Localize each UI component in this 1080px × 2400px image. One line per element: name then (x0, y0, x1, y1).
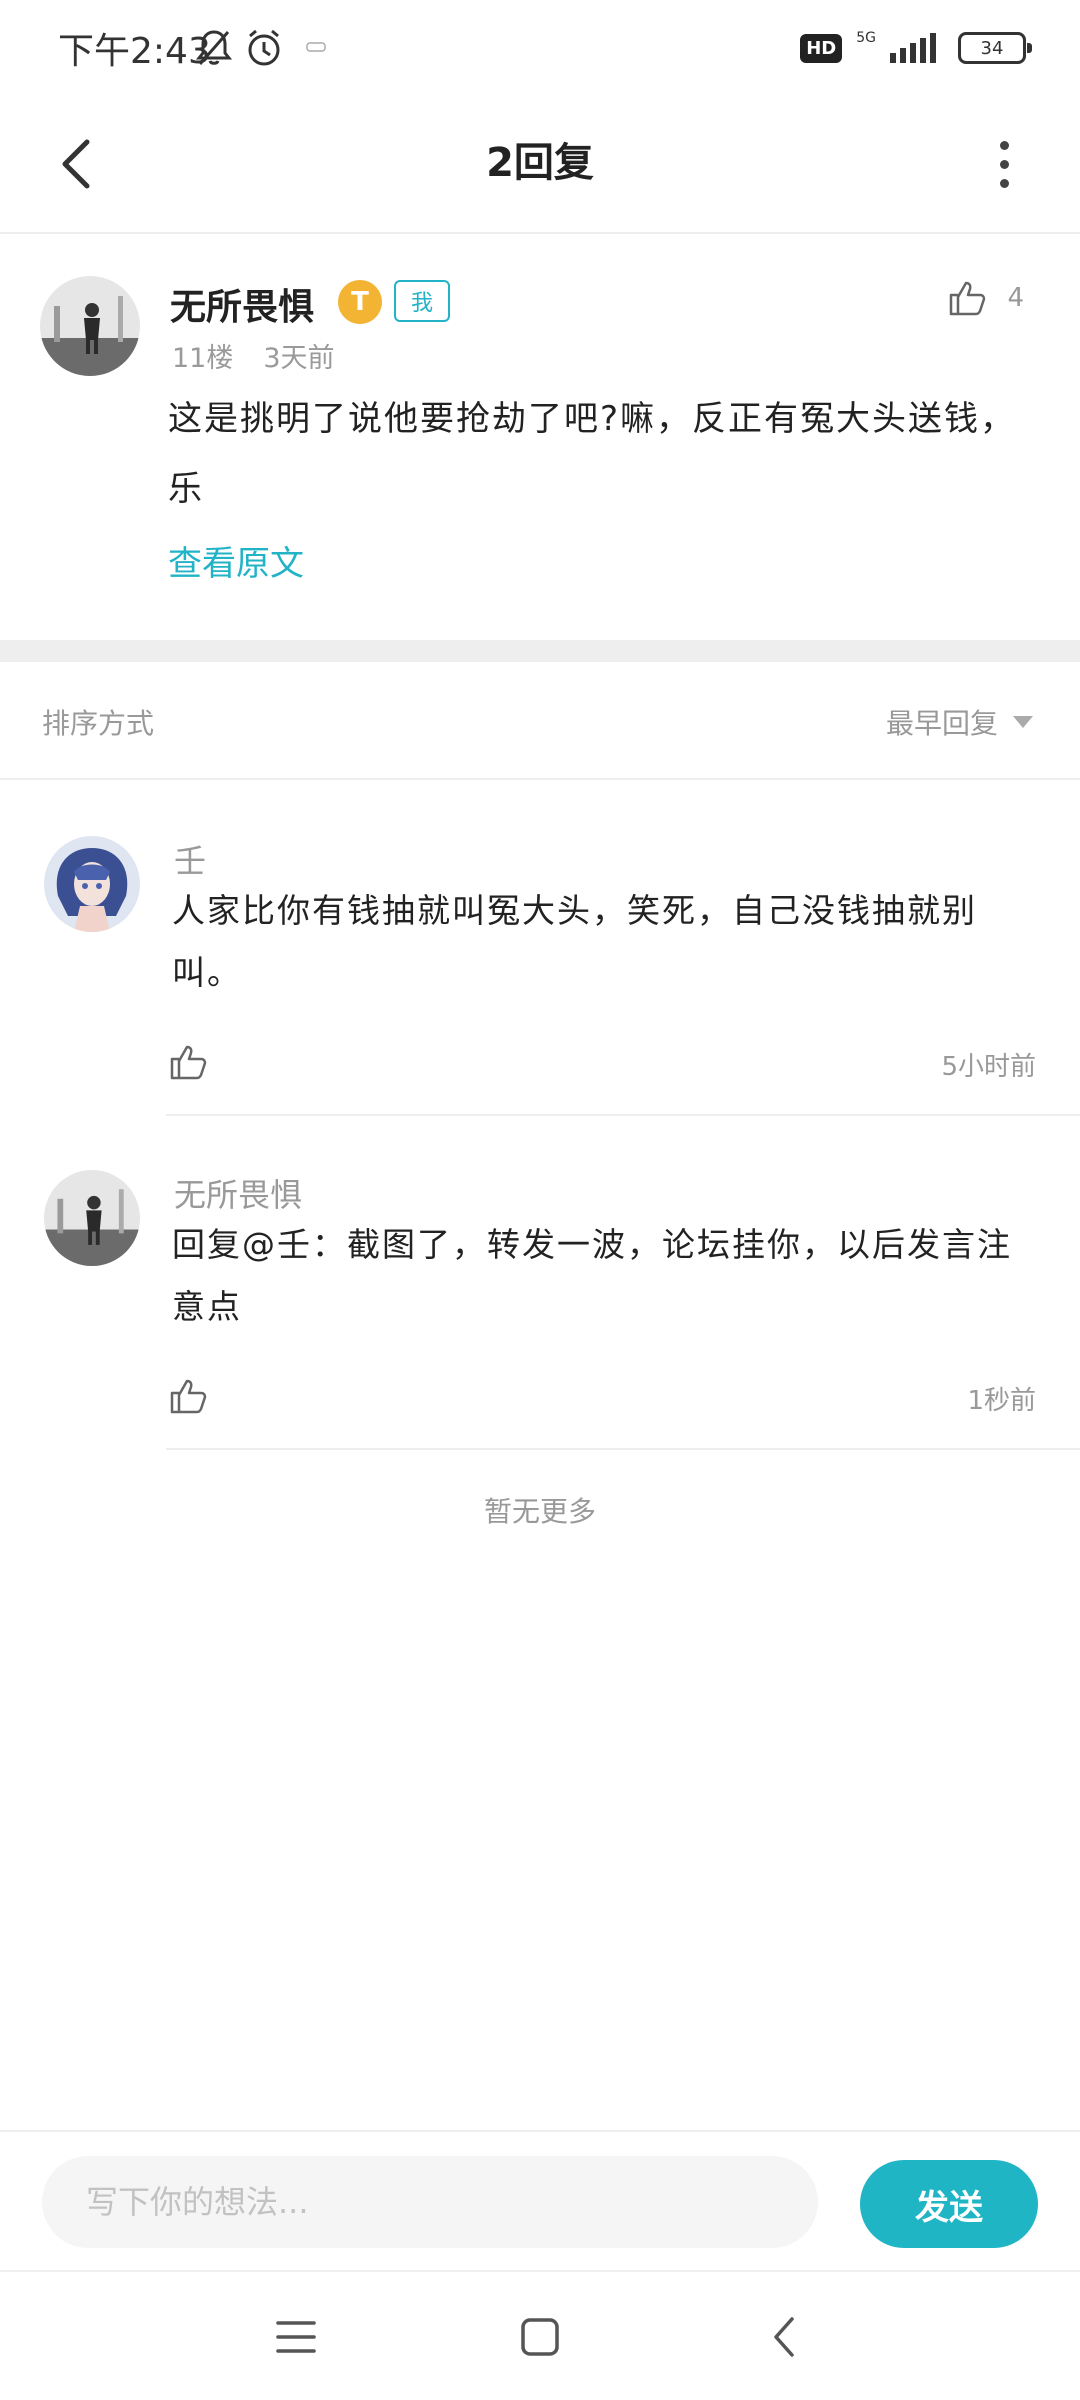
mute-bell-icon (196, 30, 232, 65)
status-time: 下午2:43 (58, 31, 211, 72)
reply-text: 回复@壬：截图了，转发一波，论坛挂你，以后发言注意点 (172, 1225, 1012, 1326)
status-right: HD 5G 34 (800, 28, 1032, 68)
reply-time: 1秒前 (967, 1386, 1036, 1416)
sort-label: 排序方式 (42, 707, 155, 740)
reply-like-button[interactable] (168, 1042, 208, 1082)
post-like-button[interactable]: 4 (947, 278, 1024, 318)
me-badge: 我 (394, 280, 450, 322)
reply-text: 人家比你有钱抽就叫冤大头，笑死，自己没钱抽就别叫。 (172, 891, 977, 992)
avatar-image (44, 836, 140, 932)
reply-item: 壬 人家比你有钱抽就叫冤大头，笑死，自己没钱抽就别叫。 5小时前 (0, 780, 1080, 1120)
app-header: 2回复 (0, 96, 1080, 234)
send-button[interactable]: 发送 (860, 2160, 1038, 2248)
comment-input[interactable] (42, 2156, 818, 2248)
thumbs-up-icon (170, 1045, 207, 1080)
comment-bar: 发送 (0, 2130, 1080, 2270)
more-dot (999, 159, 1009, 169)
post-meta: 11楼 3天前 (172, 336, 335, 375)
nav-menu-button[interactable] (256, 2302, 336, 2372)
thumbs-up-icon (170, 1379, 207, 1414)
battery-level: 34 (980, 37, 1004, 59)
post-floor: 11楼 (172, 343, 234, 374)
reply-author-avatar[interactable] (44, 836, 140, 932)
nav-back-button[interactable] (744, 2302, 824, 2372)
post-content: 这是挑明了说他要抢劫了吧?嘛，反正有冤大头送钱，乐 (168, 399, 1017, 509)
nav-home-button[interactable] (500, 2302, 580, 2372)
sort-bar: 排序方式 最早回复 (0, 662, 1080, 780)
reply-author-avatar[interactable] (44, 1170, 140, 1266)
reply-like-button[interactable] (168, 1376, 208, 1416)
chevron-left-icon (774, 2317, 794, 2357)
post-like-count: 4 (1007, 283, 1024, 313)
alarm-icon (248, 29, 280, 66)
section-divider (0, 640, 1080, 662)
reply-author-name[interactable]: 无所畏惧 (174, 1170, 302, 1216)
battery-icon: 34 (958, 32, 1032, 64)
post-author-name[interactable]: 无所畏惧 (170, 278, 314, 330)
post-time: 3天前 (263, 343, 335, 374)
avatar-image (40, 276, 140, 376)
reply-time: 5小时前 (941, 1052, 1036, 1082)
page-title: 2回复 (486, 140, 594, 186)
avatar-image (44, 1170, 140, 1266)
more-vertical-icon (999, 140, 1009, 150)
status-bar: 下午2:43 HD 5G 34 (0, 0, 1080, 96)
system-nav-bar (0, 2270, 1080, 2400)
reply-author-name[interactable]: 壬 (174, 836, 206, 882)
no-more-text: 暂无更多 (483, 1495, 596, 1528)
sort-value: 最早回复 (885, 707, 998, 740)
signal-icon (890, 33, 936, 63)
hd-badge: HD (800, 33, 843, 63)
thumbs-up-icon (950, 281, 986, 316)
caret-down-icon (1013, 716, 1033, 728)
square-icon (521, 2318, 559, 2356)
level-badge: T (338, 280, 382, 324)
view-original-link[interactable]: 查看原文 (168, 536, 304, 585)
reply-item: 无所畏惧 回复@壬：截图了，转发一波，论坛挂你，以后发言注意点 1秒前 (0, 1114, 1080, 1454)
more-options-button[interactable] (964, 124, 1044, 204)
network-type: 5G (856, 30, 876, 46)
reply-divider (166, 1448, 1080, 1450)
main-post: 无所畏惧 T 我 11楼 3天前 4 这是挑明了说他要抢劫了吧?嘛，反正有冤大头… (0, 236, 1080, 640)
sort-select[interactable]: 最早回复 (886, 702, 1034, 742)
menu-icon (276, 2321, 316, 2353)
post-author-avatar[interactable] (40, 276, 140, 376)
more-dot (999, 178, 1009, 188)
data-activity-icon (306, 42, 326, 52)
